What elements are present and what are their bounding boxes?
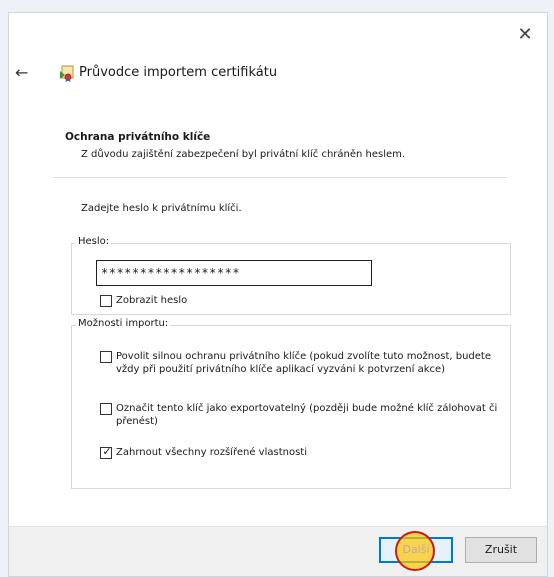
wizard-footer: Další Zrušit <box>9 526 547 576</box>
option-exportable[interactable]: Označit tento klíč jako exportovatelný (… <box>100 402 508 428</box>
wizard-header: ← Průvodce importem certifikátu <box>9 61 489 85</box>
certificate-wizard-icon <box>56 63 76 83</box>
screen: ✕ ← Průvodce importem certifikátu Ochran… <box>0 0 554 577</box>
arrow-left-icon[interactable]: ← <box>15 61 33 85</box>
section-heading: Ochrana privátního klíče <box>65 131 211 143</box>
password-input[interactable]: ****************** <box>96 260 372 286</box>
password-group: Heslo: ****************** Zobrazit heslo <box>71 236 511 315</box>
checkmark-icon: ✓ <box>102 445 112 458</box>
show-password-label[interactable]: Zobrazit heslo <box>116 294 187 307</box>
exportable-label[interactable]: Označit tento klíč jako exportovatelný (… <box>116 402 508 428</box>
cancel-button[interactable]: Zrušit <box>465 537 537 563</box>
strong-protection-label[interactable]: Povolit silnou ochranu privátního klíče … <box>116 350 508 376</box>
show-password-checkbox[interactable] <box>100 295 112 307</box>
section-description: Z důvodu zajištění zabezpečení byl privá… <box>81 149 406 160</box>
import-options-group: Možnosti importu: Povolit silnou ochranu… <box>71 318 511 489</box>
strong-protection-checkbox[interactable] <box>100 351 112 363</box>
extended-properties-checkbox[interactable]: ✓ <box>100 445 112 459</box>
option-strong-protection[interactable]: Povolit silnou ochranu privátního klíče … <box>100 350 508 376</box>
password-group-label: Heslo: <box>76 236 112 247</box>
extended-properties-label[interactable]: Zahrnout všechny rozšířené vlastnosti <box>116 446 307 459</box>
exportable-checkbox[interactable] <box>100 403 112 415</box>
certificate-import-wizard-dialog: ✕ ← Průvodce importem certifikátu Ochran… <box>8 12 548 577</box>
header-separator <box>53 177 507 178</box>
show-password-checkbox-row[interactable]: Zobrazit heslo <box>100 294 187 307</box>
password-prompt: Zadejte heslo k privátnímu klíči. <box>81 203 242 214</box>
import-options-label: Možnosti importu: <box>76 318 171 329</box>
option-extended-properties[interactable]: ✓ Zahrnout všechny rozšířené vlastnosti <box>100 445 508 459</box>
close-icon[interactable]: ✕ <box>515 25 535 45</box>
next-button[interactable] <box>379 537 453 563</box>
wizard-title: Průvodce importem certifikátu <box>79 65 278 80</box>
